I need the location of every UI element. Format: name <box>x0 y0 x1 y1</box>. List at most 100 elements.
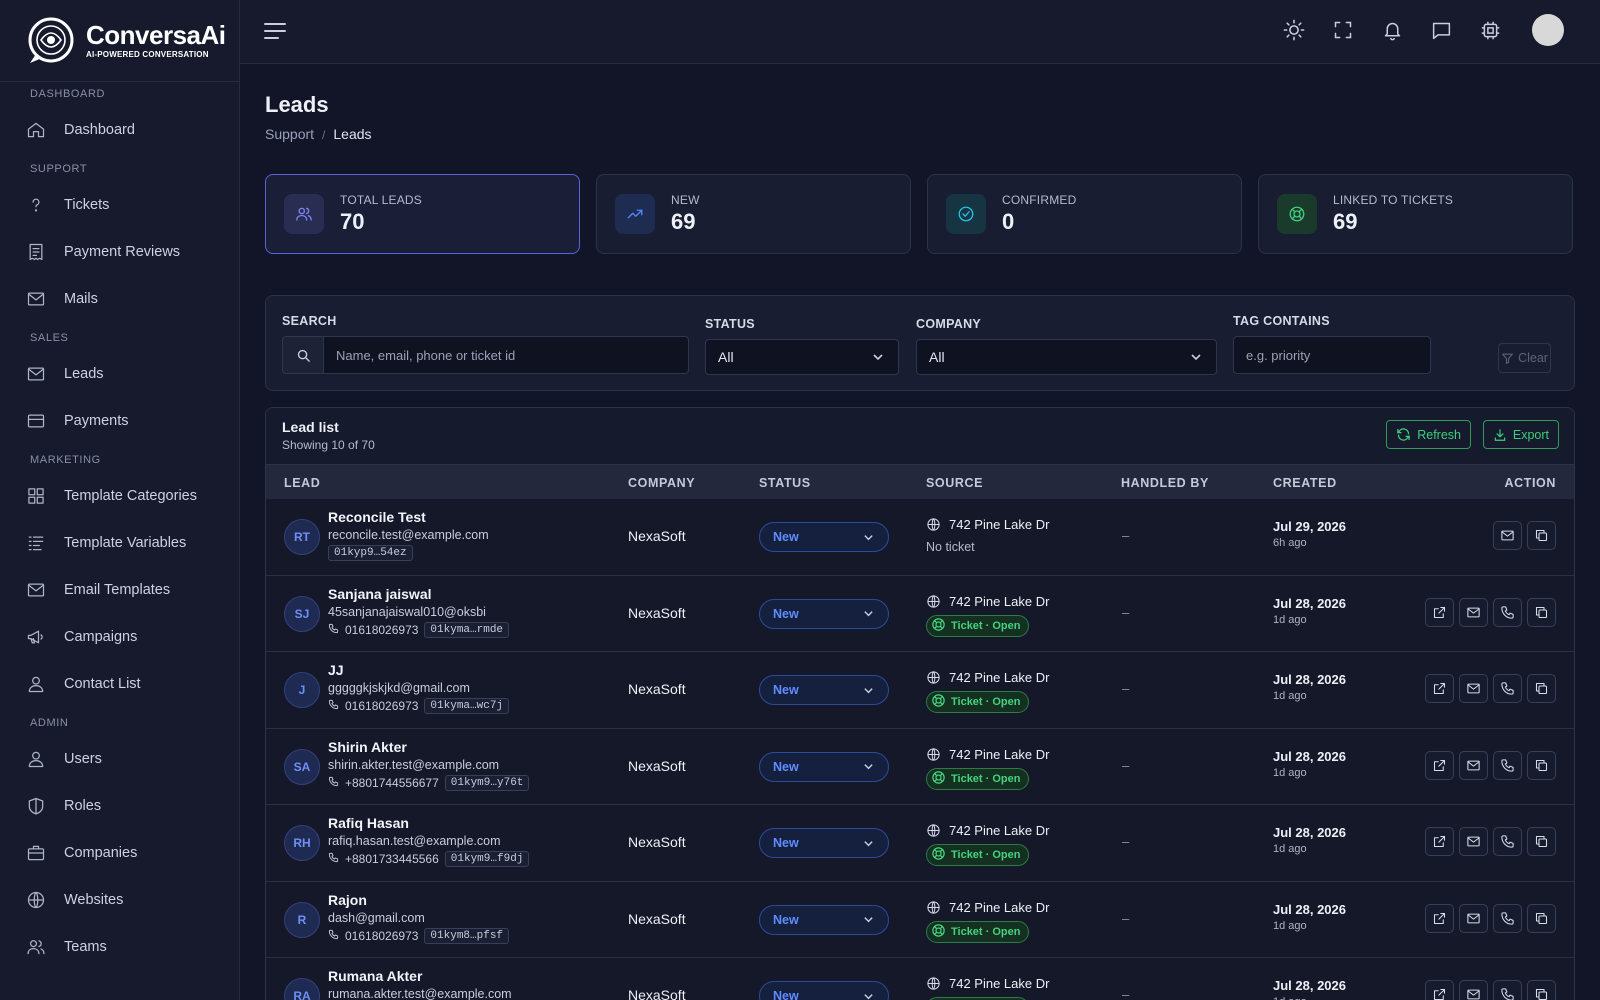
avatar[interactable] <box>1532 14 1564 46</box>
sidebar-item-dashboard[interactable]: Dashboard <box>0 106 239 153</box>
lead-name[interactable]: Rajon <box>328 892 367 908</box>
external-link-action-button[interactable] <box>1425 980 1454 1000</box>
sidebar-item-teams[interactable]: Teams <box>0 923 239 970</box>
chat-icon[interactable] <box>1429 18 1453 42</box>
refresh-button[interactable]: Refresh <box>1386 420 1471 449</box>
created-ago: 1d ago <box>1273 996 1307 1000</box>
external-link-action-button[interactable] <box>1425 674 1454 703</box>
mail-action-button[interactable] <box>1459 827 1488 856</box>
chevron-down-icon <box>864 917 873 923</box>
copy-action-button[interactable] <box>1527 597 1556 627</box>
stat-card-confirmed[interactable]: CONFIRMED 0 <box>927 174 1242 254</box>
lead-status-select[interactable]: New <box>759 904 889 935</box>
lead-status-select[interactable]: New <box>759 598 889 629</box>
phone-action-button[interactable] <box>1493 597 1522 627</box>
export-button[interactable]: Export <box>1482 420 1559 449</box>
lead-name[interactable]: Rumana Akter <box>328 968 422 984</box>
copy-action-button[interactable] <box>1527 980 1556 1000</box>
sidebar-item-template-variables[interactable]: Template Variables <box>0 519 239 566</box>
lead-source: 742 Pine Lake Dr <box>926 823 1049 838</box>
stat-card-new[interactable]: NEW 69 <box>596 174 911 254</box>
brand-logo[interactable]: ConversaAi AI-POWERED CONVERSATION <box>0 0 239 82</box>
bell-icon[interactable] <box>1380 18 1404 42</box>
external-link-action-button[interactable] <box>1425 827 1454 856</box>
stat-card-linked-to-tickets[interactable]: LINKED TO TICKETS 69 <box>1258 174 1573 254</box>
mail-action-button[interactable] <box>1459 750 1488 780</box>
sidebar-item-companies[interactable]: Companies <box>0 829 239 876</box>
lead-status-select[interactable]: New <box>759 981 889 1000</box>
sidebar-item-leads[interactable]: Leads <box>0 350 239 397</box>
mail-action-button[interactable] <box>1459 980 1488 1000</box>
lead-id-chip[interactable]: 01kyma…rmde <box>424 621 510 638</box>
mail-action-button[interactable] <box>1493 521 1522 550</box>
ticket-status-badge[interactable]: Ticket · Open <box>926 767 1030 790</box>
mail-action-button[interactable] <box>1459 903 1488 933</box>
sidebar-item-label: Tickets <box>64 196 110 213</box>
status-filter-select[interactable]: All <box>705 339 899 375</box>
phone-action-button[interactable] <box>1493 980 1522 1000</box>
menu-icon[interactable] <box>264 22 286 40</box>
source-label: 742 Pine Lake Dr <box>949 670 1050 685</box>
sidebar-item-template-categories[interactable]: Template Categories <box>0 472 239 519</box>
stat-card-total-leads[interactable]: TOTAL LEADS 70 <box>265 174 580 254</box>
breadcrumb-separator: / <box>322 128 326 142</box>
ticket-status-badge[interactable]: Ticket · Open <box>926 614 1030 637</box>
phone-action-button[interactable] <box>1493 674 1522 703</box>
copy-action-button[interactable] <box>1527 827 1556 856</box>
sidebar-item-tickets[interactable]: Tickets <box>0 181 239 228</box>
lead-id-chip[interactable]: 01kym8…pfsf <box>424 927 510 944</box>
sidebar-item-users[interactable]: Users <box>0 735 239 782</box>
ticket-status-badge[interactable]: Ticket · Open <box>926 844 1030 866</box>
mail-action-button[interactable] <box>1459 674 1488 703</box>
clear-filters-button[interactable]: Clear <box>1498 343 1551 373</box>
ticket-status-badge[interactable]: Ticket · Open <box>926 920 1030 943</box>
copy-action-button[interactable] <box>1527 903 1556 933</box>
cpu-icon[interactable] <box>1478 18 1502 42</box>
mail-icon <box>1466 681 1481 696</box>
company-filter-select[interactable]: All <box>916 339 1217 375</box>
sidebar-item-label: Template Variables <box>64 534 187 551</box>
breadcrumb-support-link[interactable]: Support <box>265 126 314 142</box>
lead-id-chip[interactable]: 01kyma…wc7j <box>424 698 510 714</box>
external-link-icon <box>1432 911 1447 926</box>
sun-icon[interactable] <box>1282 18 1306 42</box>
lead-name[interactable]: Sanjana jaiswal <box>328 586 432 602</box>
copy-action-button[interactable] <box>1527 521 1556 550</box>
lead-status-select[interactable]: New <box>759 751 889 782</box>
lead-id-chip[interactable]: 01kym9…f9dj <box>444 851 530 867</box>
sidebar-item-payments[interactable]: Payments <box>0 397 239 444</box>
copy-action-button[interactable] <box>1527 674 1556 703</box>
table-row: RA Rumana Akter rumana.akter.test@exampl… <box>266 958 1574 1000</box>
external-link-action-button[interactable] <box>1425 597 1454 627</box>
sidebar-item-payment-reviews[interactable]: Payment Reviews <box>0 228 239 275</box>
lead-name[interactable]: Rafiq Hasan <box>328 815 409 831</box>
sidebar-item-websites[interactable]: Websites <box>0 876 239 923</box>
lead-name[interactable]: JJ <box>328 662 344 678</box>
copy-action-button[interactable] <box>1527 750 1556 780</box>
globe-icon <box>926 823 941 838</box>
sidebar-item-mails[interactable]: Mails <box>0 275 239 322</box>
lead-status-select[interactable]: New <box>759 828 889 858</box>
sidebar-item-email-templates[interactable]: Email Templates <box>0 566 239 613</box>
lead-name[interactable]: Shirin Akter <box>328 739 407 755</box>
tag-contains-input[interactable] <box>1233 336 1431 374</box>
mail-action-button[interactable] <box>1459 597 1488 627</box>
ticket-status-badge[interactable]: Ticket · Open <box>926 691 1030 713</box>
search-input[interactable] <box>323 336 689 374</box>
phone-action-button[interactable] <box>1493 827 1522 856</box>
sidebar-item-campaigns[interactable]: Campaigns <box>0 613 239 660</box>
external-link-action-button[interactable] <box>1425 903 1454 933</box>
phone-action-button[interactable] <box>1493 903 1522 933</box>
sidebar-item-roles[interactable]: Roles <box>0 782 239 829</box>
sidebar-item-contact-list[interactable]: Contact List <box>0 660 239 707</box>
lead-status-select[interactable]: New <box>759 522 889 552</box>
chevron-down-icon <box>864 611 873 617</box>
lead-id-chip[interactable]: 01kyp9…54ez <box>328 545 413 561</box>
lead-status-value: New <box>773 989 799 1000</box>
lead-name[interactable]: Reconcile Test <box>328 509 426 525</box>
external-link-action-button[interactable] <box>1425 750 1454 780</box>
lead-status-select[interactable]: New <box>759 675 889 705</box>
fullscreen-icon[interactable] <box>1331 18 1355 42</box>
phone-action-button[interactable] <box>1493 750 1522 780</box>
lead-id-chip[interactable]: 01kym9…y76t <box>444 774 530 791</box>
